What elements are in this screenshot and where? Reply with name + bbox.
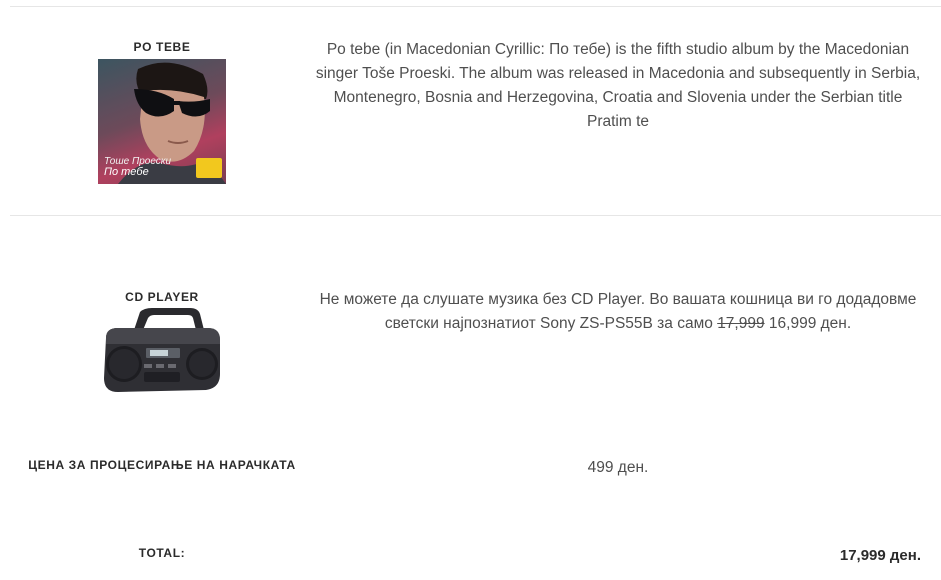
label-logo-badge	[196, 158, 222, 178]
album-description: Po tebe (in Macedonian Cyrillic: По тебе…	[315, 41, 921, 130]
album-cover-title: По тебе	[104, 166, 149, 178]
album-cover-text: Тоше Проески По тебе	[104, 157, 171, 178]
cd-player-label: CD PLAYER	[125, 290, 199, 304]
processing-fee-value: 499 ден.	[587, 459, 649, 476]
album-label: PO TEBE	[133, 40, 191, 54]
total-value: 17,999 ден.	[839, 547, 921, 564]
boombox-icon	[104, 308, 220, 392]
order-summary: PO TEBE Тоше Проески По тебе Po tebe (in…	[0, 0, 941, 580]
album-cover-image: Тоше Проески По тебе	[98, 59, 226, 184]
divider-top	[10, 6, 941, 7]
new-price: 16,999 ден.	[768, 315, 852, 332]
old-price: 17,999	[717, 315, 765, 332]
cd-player-image	[100, 308, 224, 396]
total-label: TOTAL:	[138, 546, 186, 560]
cd-player-description: Не можете да слушате музика без CD Playe…	[318, 288, 918, 336]
divider-middle	[10, 215, 941, 216]
processing-fee-label: ЦЕНА ЗА ПРОЦЕСИРАЊЕ НА НАРАЧКАТА	[28, 458, 296, 472]
